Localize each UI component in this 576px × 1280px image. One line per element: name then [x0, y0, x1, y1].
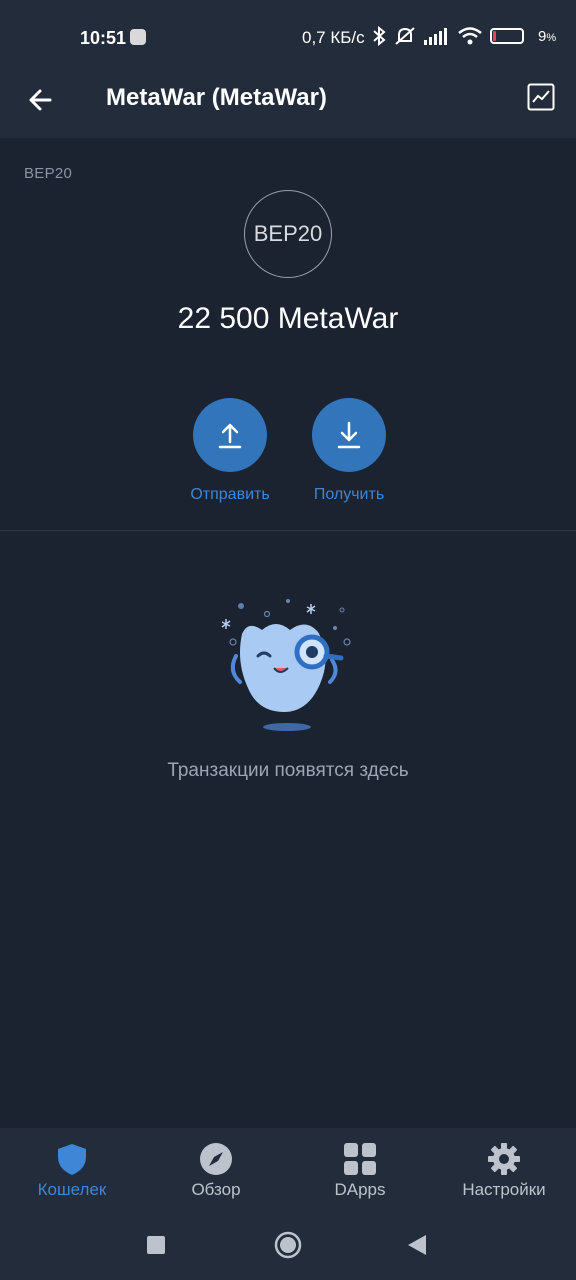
battery-icon — [490, 28, 524, 44]
mute-icon — [395, 27, 415, 45]
send-label[interactable]: Отправить — [175, 486, 285, 504]
divider — [0, 530, 576, 531]
status-icons: 9% — [372, 26, 556, 46]
mascot-illustration — [221, 599, 351, 731]
wifi-icon — [458, 27, 482, 45]
system-nav-bar — [0, 1214, 576, 1280]
status-bar: 10:51 0,7 КБ/с 9% — [0, 0, 576, 72]
nav-item-dapps[interactable]: DApps — [288, 1142, 432, 1200]
token-balance: 22 500 MetaWar — [177, 302, 399, 335]
home-icon[interactable] — [274, 1231, 302, 1259]
nav-label-wallet: Кошелек — [37, 1180, 107, 1199]
grid-icon — [344, 1143, 376, 1175]
nav-item-settings[interactable]: Настройки — [432, 1142, 576, 1200]
network-speed: 0,7 КБ/с — [302, 28, 365, 47]
back-icon[interactable] — [408, 1235, 426, 1255]
status-time: 10:51 — [80, 28, 127, 48]
token-logo: BEP20 — [244, 190, 332, 278]
chart-icon[interactable] — [527, 83, 555, 111]
nav-label-dapps: DApps — [334, 1180, 386, 1199]
receive-circle[interactable] — [312, 398, 386, 472]
send-circle[interactable] — [193, 398, 267, 472]
bluetooth-icon — [373, 26, 386, 46]
receive-label[interactable]: Получить — [294, 486, 404, 504]
app-header: MetaWar (MetaWar) — [0, 72, 576, 138]
battery-percent: 9% — [538, 27, 557, 45]
nav-label-discover: Обзор — [191, 1180, 241, 1199]
receive-button[interactable]: Получить — [294, 398, 404, 504]
signal-icon — [424, 28, 447, 45]
compass-icon — [200, 1143, 232, 1175]
back-arrow-icon[interactable] — [24, 82, 60, 118]
recent-apps-icon[interactable] — [147, 1236, 165, 1254]
send-button[interactable]: Отправить — [175, 398, 285, 504]
token-logo-text: BEP20 — [253, 221, 323, 246]
nav-item-wallet[interactable]: Кошелек — [0, 1142, 144, 1200]
shield-icon — [58, 1144, 86, 1175]
upload-arrow-icon — [218, 423, 242, 449]
page-title: MetaWar (MetaWar) — [106, 84, 327, 111]
network-label: BEP20 — [24, 165, 73, 182]
nav-label-settings: Настройки — [462, 1180, 546, 1199]
gear-icon — [488, 1143, 520, 1175]
empty-state-message: Транзакции появятся здесь — [167, 760, 409, 781]
notification-icon — [130, 29, 146, 45]
bottom-nav: Кошелек Обзор DApps Настройки — [0, 1128, 576, 1214]
download-arrow-icon — [337, 421, 361, 449]
nav-item-discover[interactable]: Обзор — [144, 1142, 288, 1200]
